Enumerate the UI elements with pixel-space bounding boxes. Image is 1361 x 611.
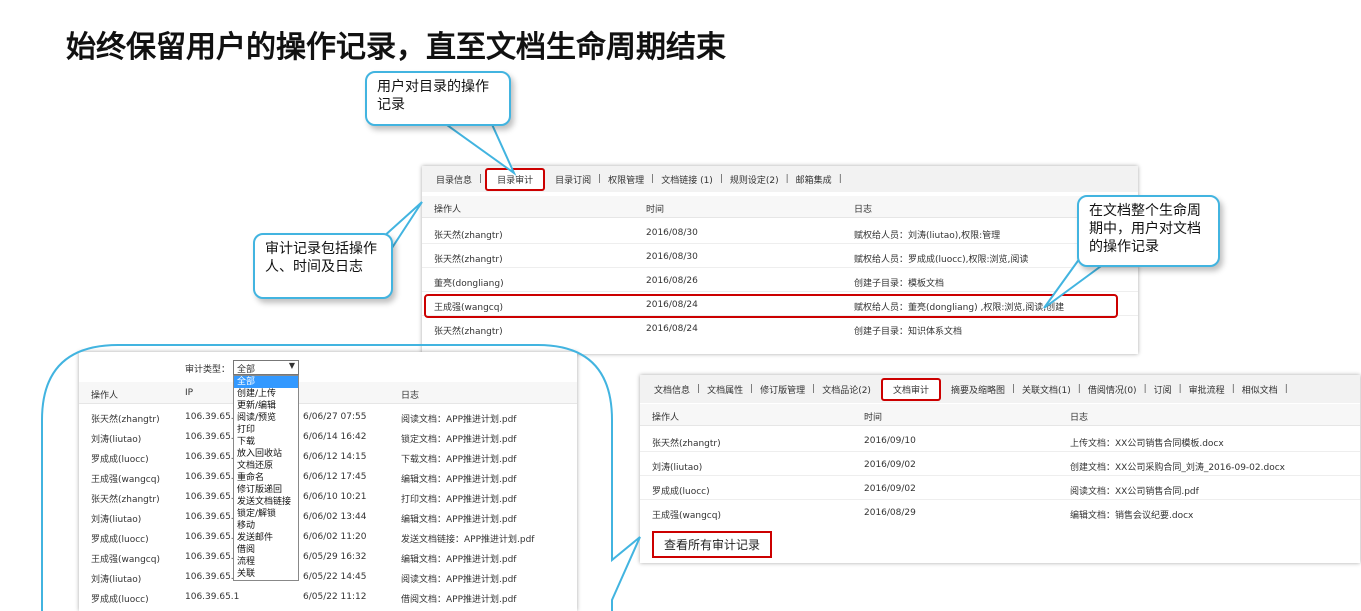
callout-dir-ops: 用户对目录的操作记录 xyxy=(365,71,511,126)
callout-audit-fields: 审计记录包括操作人、时间及日志 xyxy=(253,233,393,299)
audit-frame xyxy=(41,344,641,611)
callout-audit-fields-text: 审计记录包括操作人、时间及日志 xyxy=(265,241,377,275)
callout-lifecycle-text: 在文档整个生命周期中，用户对文档的操作记录 xyxy=(1089,203,1201,255)
callout-lifecycle: 在文档整个生命周期中，用户对文档的操作记录 xyxy=(1077,195,1220,267)
callout-tail-dir xyxy=(436,116,517,176)
callout-dir-ops-text: 用户对目录的操作记录 xyxy=(377,79,489,113)
